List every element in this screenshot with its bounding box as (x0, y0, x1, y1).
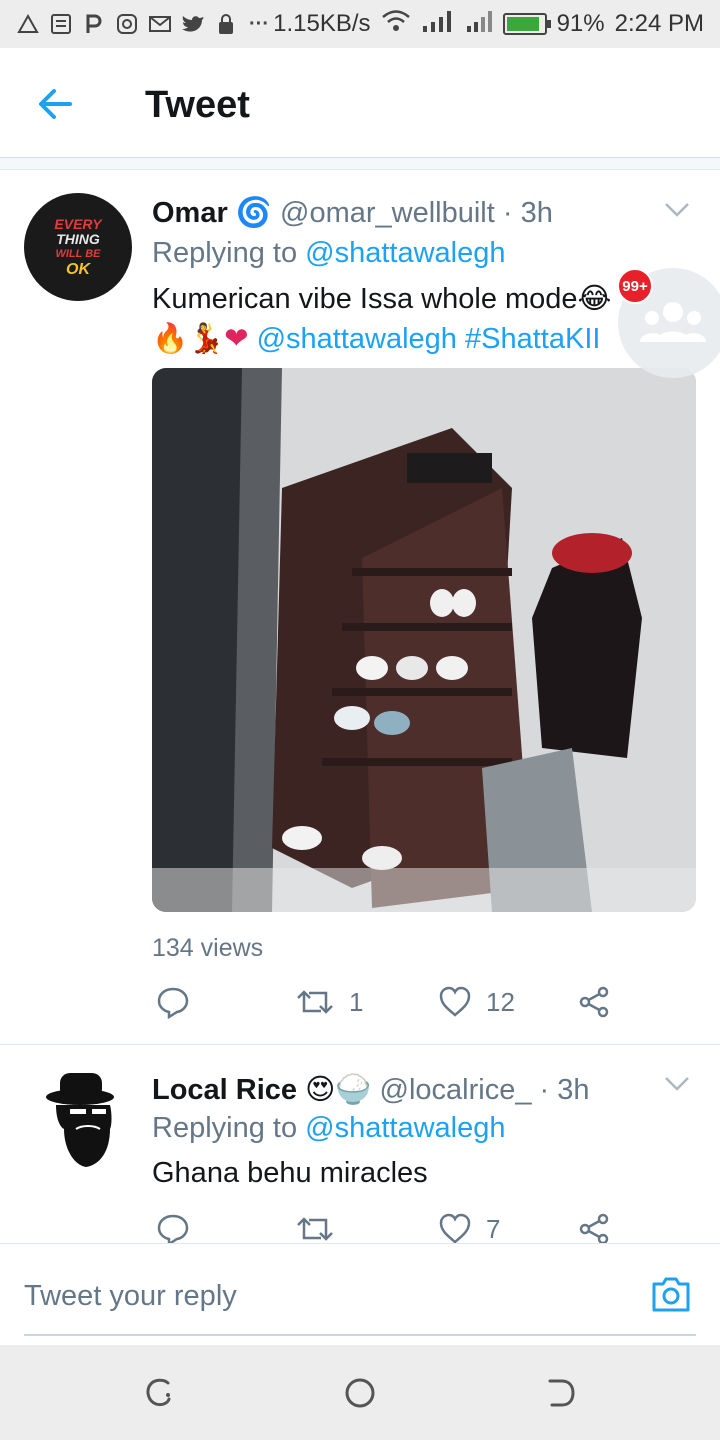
avatar-text: THING (56, 231, 100, 247)
reply-composer: Tweet your reply (0, 1243, 720, 1345)
system-nav-bar (0, 1345, 720, 1440)
reply-button[interactable] (156, 985, 190, 1019)
mention-link[interactable]: @shattawalegh (257, 323, 457, 355)
wifi-icon (381, 9, 411, 40)
status-bar: ··· 1.15KB/s 91% 2:24 PM (0, 0, 720, 48)
like-count: 7 (486, 1213, 501, 1244)
hashtag-link[interactable]: #ShattaKII (465, 323, 600, 355)
dancer-emoji-icon: 💃 (188, 323, 225, 355)
reply-icon (157, 987, 189, 1019)
battery-icon (502, 13, 551, 35)
divider (0, 1044, 720, 1045)
tweet-text-line: Kumerican vibe Issa whole mode (152, 283, 578, 315)
view-count: 134 views (152, 934, 264, 962)
tweet-header: Local Rice 😍🍚 @localrice_ · 3h (152, 1072, 590, 1107)
gmail-icon (148, 12, 172, 36)
reply-input[interactable]: Tweet your reply (24, 1280, 237, 1313)
network-speed: 1.15KB/s (273, 10, 371, 37)
divider (0, 158, 720, 170)
like-count: 12 (486, 986, 515, 1017)
group-icon (640, 302, 706, 342)
notification-badge: 99+ (617, 268, 653, 304)
laughing-emoji-icon: 😂 (577, 283, 612, 315)
reply-mention-link[interactable]: @shattawalegh (305, 237, 505, 269)
rice-emoji-icon: 🍚 (335, 1074, 372, 1106)
reply-mention-link[interactable]: @shattawalegh (305, 1112, 505, 1144)
page-title: Tweet (145, 84, 250, 126)
heart-icon (439, 1213, 471, 1243)
p-icon (82, 12, 106, 36)
notification-icons: ··· (16, 12, 271, 36)
replying-label: Replying to (152, 1112, 298, 1144)
recents-icon[interactable] (142, 1375, 178, 1411)
avatar[interactable]: EVERY THING WILL BE OK (24, 193, 132, 301)
signal-icon (465, 9, 493, 40)
retweet-button[interactable] (295, 1212, 349, 1243)
chevron-down-icon[interactable] (664, 202, 690, 218)
heart-eyes-emoji-icon: 😍 (305, 1074, 336, 1106)
camera-icon[interactable] (650, 1274, 692, 1314)
tweet-actions: 7 (152, 1212, 622, 1243)
timestamp: · 3h (502, 197, 553, 229)
instagram-icon (115, 12, 139, 36)
app-bar: Tweet (0, 48, 720, 158)
tweet-actions: 1 12 (152, 985, 622, 1029)
share-icon (579, 986, 609, 1018)
lock-icon (214, 12, 238, 36)
back-arrow-icon[interactable] (30, 80, 82, 128)
like-button[interactable]: 7 (438, 1212, 500, 1243)
home-icon[interactable] (342, 1375, 378, 1411)
tweet-text: Ghana behu miracles (152, 1157, 428, 1189)
display-name[interactable]: Omar (152, 197, 228, 229)
fire-emoji-icon: 🔥 (152, 323, 189, 355)
avatar-text: OK (66, 261, 90, 278)
battery-percent: 91% (556, 10, 605, 37)
replying-to: Replying to @shattawalegh (152, 237, 506, 270)
avatar[interactable] (24, 1067, 132, 1175)
tweet-text: Kumerican vibe Issa whole mode😂 🔥💃❤ @sha… (152, 279, 620, 359)
username[interactable]: @omar_wellbuilt (280, 197, 495, 229)
alert-triangle-icon (16, 12, 40, 36)
heart-icon (439, 986, 471, 1017)
emoji-icon: 🌀 (235, 197, 272, 229)
display-name[interactable]: Local Rice (152, 1074, 297, 1106)
more-icon: ··· (249, 12, 269, 35)
twitter-icon (181, 12, 205, 36)
replying-label: Replying to (152, 237, 298, 269)
signal-icon (421, 9, 455, 40)
retweet-icon (297, 990, 333, 1014)
share-icon (579, 1213, 609, 1243)
tweet-header: Omar 🌀 @omar_wellbuilt · 3h (152, 196, 553, 230)
back-icon[interactable] (542, 1375, 578, 1411)
retweet-count: 1 (349, 986, 364, 1017)
reply-icon (157, 1214, 189, 1243)
timestamp: · 3h (539, 1074, 590, 1106)
avatar-text: EVERY (54, 216, 102, 232)
username[interactable]: @localrice_ (380, 1074, 532, 1106)
bearded-man-icon (46, 1073, 114, 1167)
input-underline (24, 1334, 696, 1336)
news-icon (49, 12, 73, 36)
chevron-down-icon[interactable] (664, 1076, 690, 1092)
retweet-button[interactable]: 1 (295, 985, 363, 1019)
like-button[interactable]: 12 (438, 985, 515, 1019)
avatar-text: WILL BE (55, 248, 101, 260)
video-thumbnail (152, 368, 696, 912)
video-media[interactable] (152, 368, 696, 912)
clock: 2:24 PM (614, 10, 704, 37)
replying-to: Replying to @shattawalegh (152, 1112, 506, 1145)
retweet-icon (297, 1217, 333, 1241)
heart-emoji-icon: ❤ (224, 323, 249, 355)
reply-button[interactable] (156, 1212, 190, 1243)
share-button[interactable] (577, 1212, 611, 1243)
share-button[interactable] (577, 985, 611, 1019)
